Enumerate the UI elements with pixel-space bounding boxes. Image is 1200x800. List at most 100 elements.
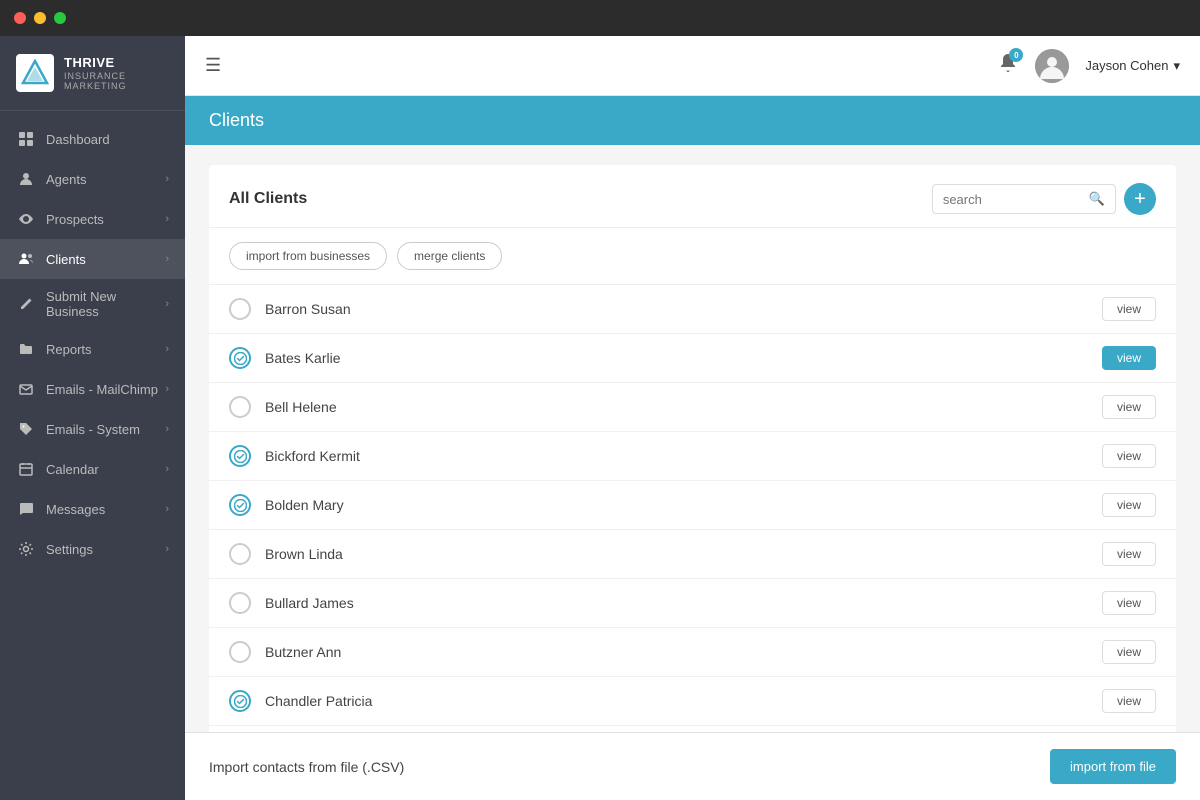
content-area: Clients All Clients 🔍 + xyxy=(185,96,1200,800)
sidebar-item-label: Submit New Business xyxy=(46,289,165,319)
table-row: Bell Helene view xyxy=(209,383,1176,432)
hamburger-menu[interactable]: ☰ xyxy=(205,55,221,76)
calendar-icon xyxy=(16,459,36,479)
folder-icon xyxy=(16,339,36,359)
row-checkbox[interactable] xyxy=(229,592,251,614)
table-row: Bates Karlie view xyxy=(209,334,1176,383)
sidebar-item-label: Agents xyxy=(46,172,165,187)
client-name: Brown Linda xyxy=(265,546,1102,562)
table-row: Bolden Mary view xyxy=(209,481,1176,530)
view-button[interactable]: view xyxy=(1102,591,1156,615)
chevron-right-icon: › xyxy=(165,343,169,355)
chevron-right-icon: › xyxy=(165,463,169,475)
chevron-right-icon: › xyxy=(165,213,169,225)
chevron-right-icon: › xyxy=(165,423,169,435)
eye-icon xyxy=(16,209,36,229)
row-checkbox[interactable] xyxy=(229,543,251,565)
client-name: Bolden Mary xyxy=(265,497,1102,513)
table-row: Brown Linda view xyxy=(209,530,1176,579)
sidebar-item-label: Reports xyxy=(46,342,165,357)
client-name: Bullard James xyxy=(265,595,1102,611)
tag-icon xyxy=(16,419,36,439)
sidebar-item-calendar[interactable]: Calendar › xyxy=(0,449,185,489)
search-input[interactable] xyxy=(943,192,1083,207)
client-name: Bell Helene xyxy=(265,399,1102,415)
sidebar-item-prospects[interactable]: Prospects › xyxy=(0,199,185,239)
table-row: Butzner Ann view xyxy=(209,628,1176,677)
import-contacts-label: Import contacts from file (.CSV) xyxy=(209,759,404,775)
app: THRIVE INSURANCE MARKETING Dashboard Age… xyxy=(0,36,1200,800)
logo-icon xyxy=(16,54,54,92)
row-checkbox[interactable] xyxy=(229,298,251,320)
table-row: Bullard James view xyxy=(209,579,1176,628)
view-button[interactable]: view xyxy=(1102,640,1156,664)
sidebar-item-emails-mailchimp[interactable]: Emails - MailChimp › xyxy=(0,369,185,409)
view-button[interactable]: view xyxy=(1102,689,1156,713)
avatar xyxy=(1035,49,1069,83)
chevron-right-icon: › xyxy=(165,543,169,555)
row-checkbox[interactable] xyxy=(229,641,251,663)
page-header: Clients xyxy=(185,96,1200,145)
logo: THRIVE INSURANCE MARKETING xyxy=(0,36,185,111)
mail-icon xyxy=(16,379,36,399)
sidebar: THRIVE INSURANCE MARKETING Dashboard Age… xyxy=(0,36,185,800)
table-row: Bickford Kermit view xyxy=(209,432,1176,481)
sidebar-item-messages[interactable]: Messages › xyxy=(0,489,185,529)
chevron-down-icon: ▾ xyxy=(1173,58,1180,74)
notification-button[interactable]: 0 xyxy=(997,52,1019,79)
maximize-dot[interactable] xyxy=(54,12,66,24)
row-checkbox[interactable] xyxy=(229,445,251,467)
sidebar-item-dashboard[interactable]: Dashboard xyxy=(0,119,185,159)
row-checkbox[interactable] xyxy=(229,347,251,369)
sidebar-item-clients[interactable]: Clients › xyxy=(0,239,185,279)
table-row: Barron Susan view xyxy=(209,285,1176,334)
row-checkbox[interactable] xyxy=(229,690,251,712)
clients-section-title: All Clients xyxy=(229,190,307,208)
close-dot[interactable] xyxy=(14,12,26,24)
row-checkbox[interactable] xyxy=(229,494,251,516)
clients-card: All Clients 🔍 + import from businesses xyxy=(209,165,1176,732)
view-button[interactable]: view xyxy=(1102,395,1156,419)
notification-badge: 0 xyxy=(1009,48,1023,62)
sidebar-item-emails-system[interactable]: Emails - System › xyxy=(0,409,185,449)
sidebar-item-submit-new-business[interactable]: Submit New Business › xyxy=(0,279,185,329)
search-icon: 🔍 xyxy=(1089,191,1105,207)
client-name: Bickford Kermit xyxy=(265,448,1102,464)
view-button[interactable]: view xyxy=(1102,444,1156,468)
sidebar-item-label: Messages xyxy=(46,502,165,517)
sidebar-item-reports[interactable]: Reports › xyxy=(0,329,185,369)
minimize-dot[interactable] xyxy=(34,12,46,24)
user-name[interactable]: Jayson Cohen ▾ xyxy=(1085,58,1180,74)
sidebar-item-label: Dashboard xyxy=(46,132,169,147)
chevron-right-icon: › xyxy=(165,298,169,310)
sidebar-item-label: Emails - System xyxy=(46,422,165,437)
add-client-button[interactable]: + xyxy=(1124,183,1156,215)
person-icon xyxy=(16,169,36,189)
chevron-right-icon: › xyxy=(165,253,169,265)
view-button[interactable]: view xyxy=(1102,346,1156,370)
sidebar-item-label: Calendar xyxy=(46,462,165,477)
sidebar-item-label: Settings xyxy=(46,542,165,557)
view-button[interactable]: view xyxy=(1102,493,1156,517)
client-name: Chandler Patricia xyxy=(265,693,1102,709)
settings-icon xyxy=(16,539,36,559)
chat-icon xyxy=(16,499,36,519)
client-name: Bates Karlie xyxy=(265,350,1102,366)
sidebar-nav: Dashboard Agents › Prospects › xyxy=(0,111,185,800)
dashboard-icon xyxy=(16,129,36,149)
row-checkbox[interactable] xyxy=(229,396,251,418)
import-from-file-button[interactable]: import from file xyxy=(1050,749,1176,784)
sidebar-item-settings[interactable]: Settings › xyxy=(0,529,185,569)
sidebar-item-agents[interactable]: Agents › xyxy=(0,159,185,199)
titlebar xyxy=(0,0,1200,36)
view-button[interactable]: view xyxy=(1102,542,1156,566)
main-content: All Clients 🔍 + import from businesses xyxy=(185,145,1200,732)
users-icon xyxy=(16,249,36,269)
sidebar-item-label: Clients xyxy=(46,252,165,267)
merge-clients-button[interactable]: merge clients xyxy=(397,242,502,270)
page-title: Clients xyxy=(209,110,1176,131)
view-button[interactable]: view xyxy=(1102,297,1156,321)
edit-icon xyxy=(16,294,36,314)
import-from-businesses-button[interactable]: import from businesses xyxy=(229,242,387,270)
logo-text-block: THRIVE INSURANCE MARKETING xyxy=(64,55,169,91)
